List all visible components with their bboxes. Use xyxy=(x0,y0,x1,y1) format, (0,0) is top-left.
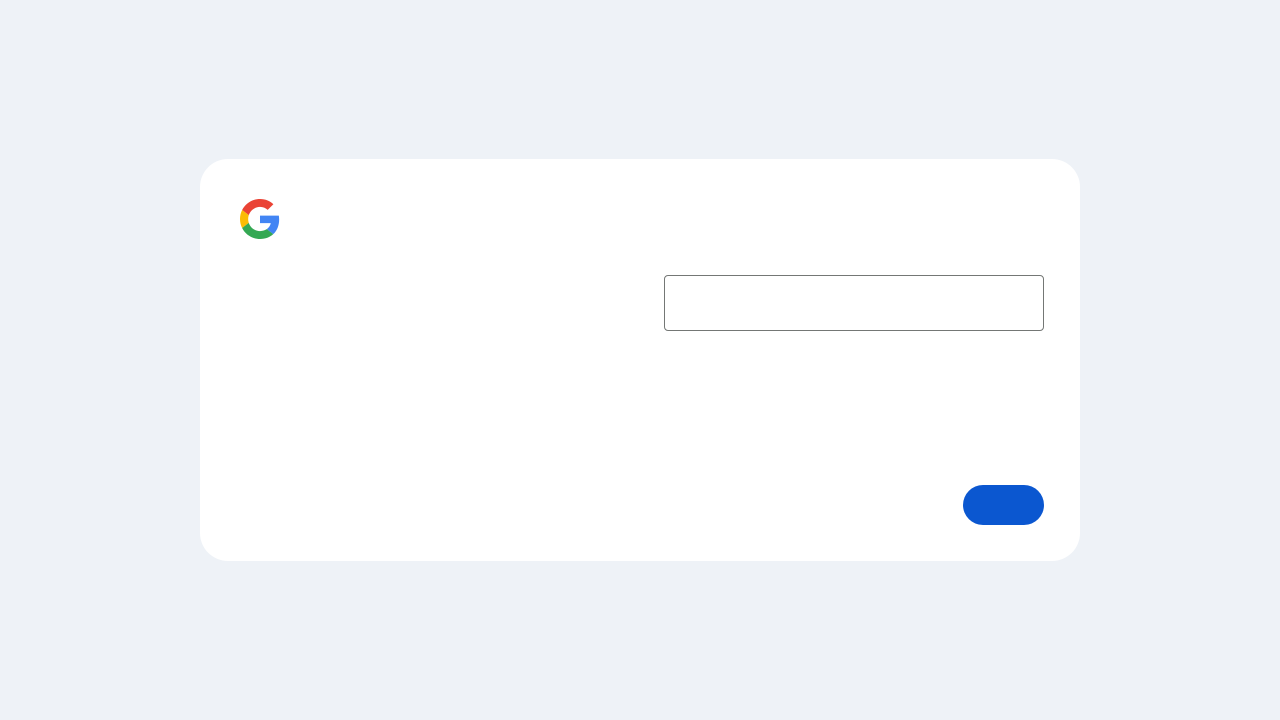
identifier-input[interactable] xyxy=(664,275,1044,331)
sign-in-card xyxy=(200,159,1080,561)
google-logo-icon xyxy=(240,199,280,239)
next-button[interactable] xyxy=(963,485,1044,525)
